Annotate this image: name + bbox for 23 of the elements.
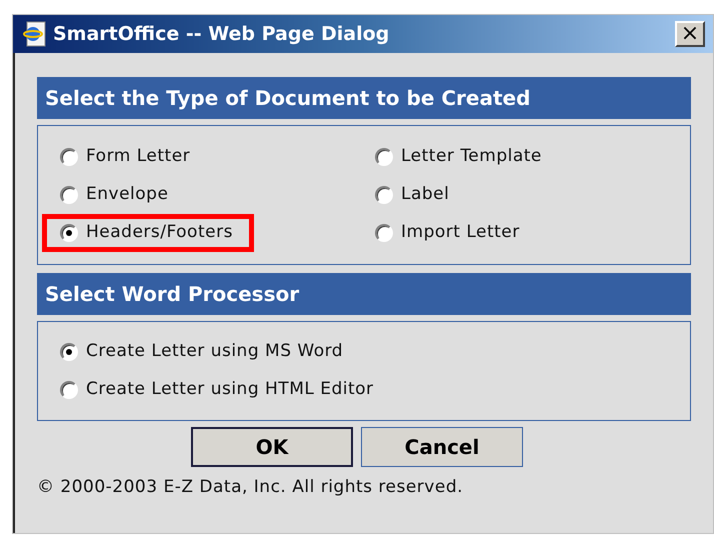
section-heading: Select Word Processor <box>37 273 691 315</box>
window-title: SmartOffice -- Web Page Dialog <box>53 22 390 47</box>
close-button[interactable]: × <box>675 21 705 47</box>
dialog-button[interactable]: OK <box>191 427 353 467</box>
section-heading: Select the Type of Document to be Created <box>37 77 691 119</box>
option-label: Import Letter <box>401 221 520 244</box>
option-label: Headers/Footers <box>86 221 233 244</box>
radio-button[interactable] <box>375 148 393 166</box>
dialog-button[interactable]: Cancel <box>361 427 523 467</box>
radio-button[interactable] <box>60 224 78 242</box>
option-label: Label <box>401 183 450 206</box>
option-label: Create Letter using MS Word <box>86 340 344 364</box>
option-label: Letter Template <box>401 145 542 168</box>
radio-button[interactable] <box>60 381 78 399</box>
option-label: Envelope <box>86 183 168 206</box>
radio-button[interactable] <box>60 186 78 204</box>
radio-button[interactable] <box>375 224 393 242</box>
option-label: Form Letter <box>86 145 190 168</box>
option-label: Create Letter using HTML Editor <box>86 378 374 402</box>
radio-button[interactable] <box>375 186 393 204</box>
radio-button[interactable] <box>60 343 78 361</box>
copyright-text: © 2000-2003 E-Z Data, Inc. All rights reserved. <box>37 476 464 499</box>
radio-button[interactable] <box>60 148 78 166</box>
